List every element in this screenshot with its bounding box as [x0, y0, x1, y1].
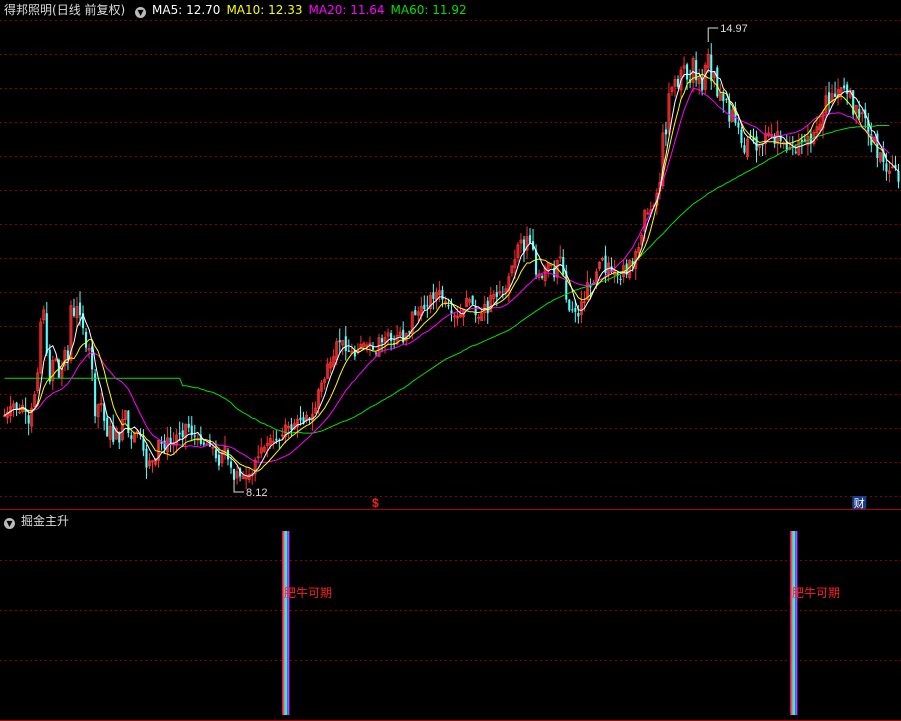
candle-body	[45, 313, 48, 354]
signal-bar-stripe	[282, 531, 284, 715]
signal-bar-stripe	[283, 531, 285, 715]
candle-body	[495, 292, 498, 297]
chevron-down-icon[interactable]: ▼	[135, 7, 147, 18]
signal-bar-stripe	[791, 531, 793, 715]
kline-chart[interactable]: 14.97 8.12 $ 财 肥牛可期 肥牛可期	[0, 0, 901, 721]
candle-body	[338, 340, 341, 343]
candle-body	[794, 151, 797, 153]
candle-body	[474, 306, 477, 316]
candle-body	[471, 295, 474, 305]
candle-body	[574, 308, 577, 312]
candle-body	[619, 279, 622, 281]
candle-body	[202, 442, 205, 445]
candle-body	[432, 292, 435, 299]
candle-body	[426, 305, 429, 307]
candle-body	[486, 300, 489, 314]
candle-body	[843, 85, 846, 89]
candle-body	[414, 309, 417, 316]
candle-body	[541, 275, 544, 278]
candle-body	[577, 312, 580, 317]
candle-body	[163, 440, 166, 449]
candle-body	[408, 331, 411, 333]
candle-body	[676, 78, 680, 87]
signal-bar-stripe	[288, 531, 290, 715]
event-marker[interactable]: $	[372, 496, 379, 510]
candle-body	[740, 129, 743, 144]
finance-marker[interactable]: 财	[854, 496, 865, 510]
ma5-value: MA5: 12.70	[152, 3, 221, 17]
candle-body	[743, 145, 746, 153]
candle-body	[217, 454, 221, 466]
candle-body	[761, 144, 764, 146]
candle-body	[885, 163, 888, 172]
candle-body	[181, 430, 184, 438]
candle-body	[72, 307, 76, 316]
candle-body	[130, 435, 133, 440]
candle-body	[716, 67, 719, 97]
candle-body	[447, 304, 450, 307]
candle-body	[380, 338, 384, 343]
candle-body	[214, 449, 217, 459]
indicator-panel-header: ▼ 掘金主升	[4, 514, 75, 529]
candle-body	[347, 350, 350, 352]
indicator-name[interactable]: 掘金主升	[21, 514, 69, 528]
candle-body	[178, 432, 181, 435]
signal-bar-stripe	[285, 531, 287, 715]
candle-body	[834, 93, 837, 98]
candle-body	[846, 84, 849, 94]
high-price-label: 14.97	[720, 23, 748, 35]
candle-body	[78, 302, 82, 316]
candle-body	[568, 299, 571, 311]
main-panel-header: 得邦照明(日线 前复权) ▼ MA5: 12.70 MA10: 12.33 MA20:…	[4, 3, 473, 18]
candle-body	[193, 435, 196, 437]
candle-body	[94, 373, 97, 417]
candle-body	[299, 417, 302, 421]
candle-body	[423, 304, 426, 310]
signal-bar-stripe	[284, 531, 286, 715]
signal-bar-stripe	[796, 531, 798, 715]
signal-bar-stripe	[794, 531, 797, 715]
signal-label: 肥牛可期	[284, 585, 332, 600]
candle-body	[145, 448, 148, 468]
candle-body	[441, 290, 444, 300]
candle-body	[27, 415, 30, 424]
ma60-value: MA60: 11.92	[390, 3, 467, 17]
candle-body	[127, 410, 130, 434]
candle-body	[229, 461, 233, 468]
chevron-down-icon[interactable]: ▼	[4, 518, 15, 529]
signal-bar-stripe	[790, 531, 792, 715]
signal-label: 肥牛可期	[792, 585, 840, 600]
candle-body	[755, 136, 758, 151]
candle-body	[722, 93, 725, 102]
candle-body	[106, 417, 109, 437]
candle-body	[344, 336, 347, 352]
candle-body	[374, 352, 378, 354]
candle-body	[664, 129, 667, 135]
candle-body	[686, 64, 689, 80]
candle-body	[290, 424, 293, 430]
candle-body	[187, 423, 190, 428]
candle-body	[142, 438, 145, 451]
candle-body	[725, 99, 728, 101]
signal-bar-stripe	[793, 531, 795, 715]
candle-body	[858, 108, 861, 118]
ma20-value: MA20: 11.64	[308, 3, 385, 17]
candle-body	[571, 309, 574, 311]
stock-name[interactable]: 得邦照明	[4, 3, 52, 17]
candle-body	[710, 54, 713, 81]
candle-body	[528, 235, 532, 244]
signal-bar-stripe	[792, 531, 794, 715]
candle-body	[589, 285, 592, 288]
candle-body	[390, 333, 393, 341]
ma10-value: MA10: 12.33	[226, 3, 303, 17]
candle-body	[728, 100, 731, 122]
candle-body	[897, 171, 900, 182]
low-price-label: 8.12	[246, 487, 267, 499]
candle-body	[737, 122, 740, 128]
period-label[interactable]: (日线 前复权)	[52, 3, 125, 17]
signal-bar-stripe	[286, 531, 289, 715]
candle-body	[84, 331, 88, 348]
candle-body	[275, 438, 278, 441]
